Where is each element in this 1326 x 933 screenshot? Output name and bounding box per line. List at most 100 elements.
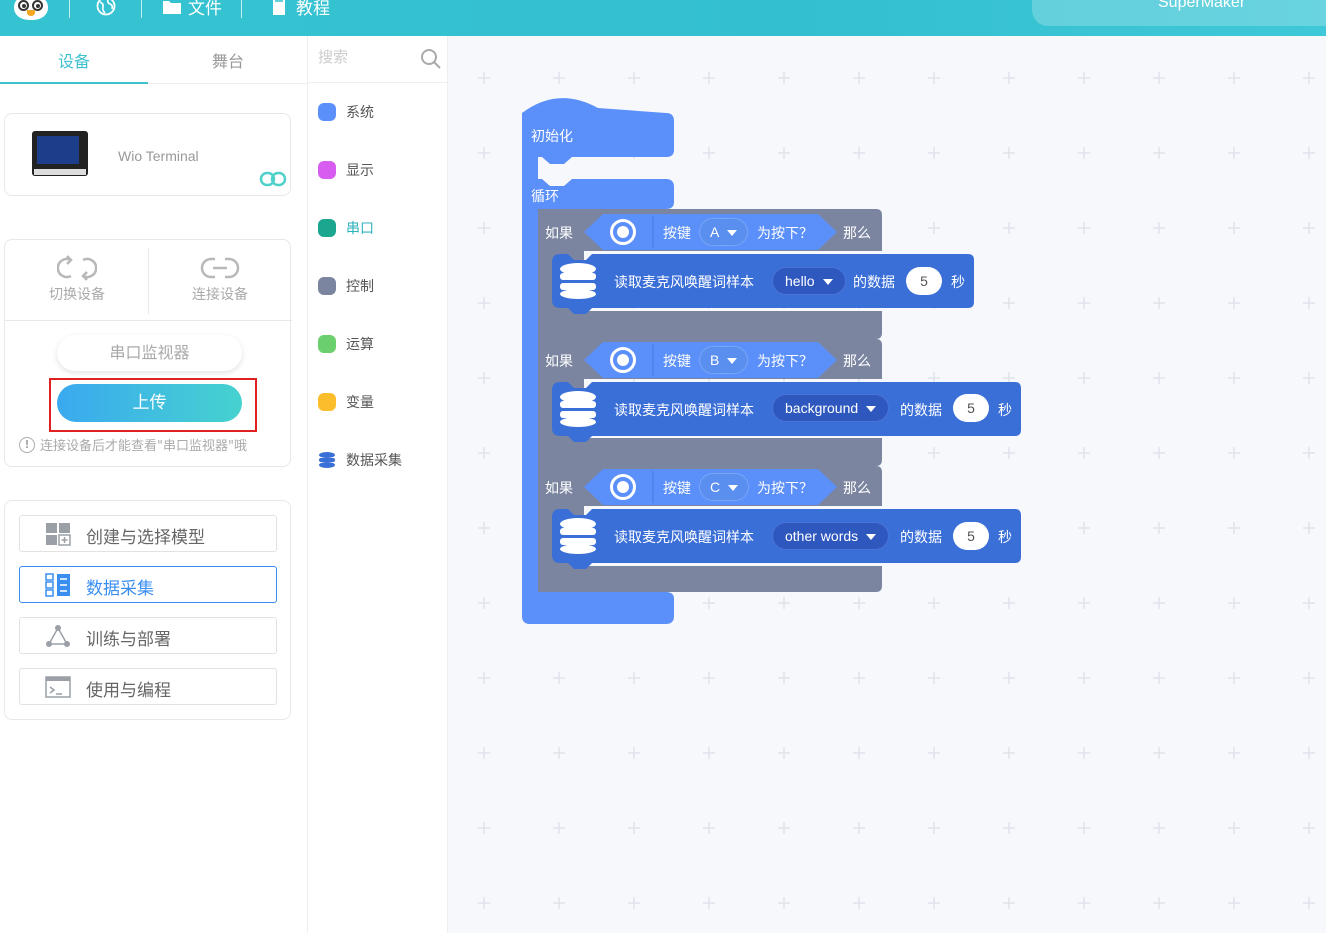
category-color-icon xyxy=(318,335,336,353)
topbar-divider xyxy=(69,0,70,18)
menu-file-label: 文件 xyxy=(188,0,222,19)
read-mic-label: 读取麦克风唤醒词样本 xyxy=(614,275,754,291)
top-bar: 文件 教程 SuperMaker xyxy=(0,0,1326,36)
upload-button[interactable]: 上传 xyxy=(57,384,242,422)
data-of-label: 的数据 xyxy=(900,403,942,419)
category-label: 运算 xyxy=(346,337,374,353)
if-label: 如果 xyxy=(545,226,573,242)
warning-icon: ! xyxy=(19,436,35,453)
sample-dropdown-c[interactable]: other words xyxy=(772,522,890,550)
duration-input-a[interactable]: 5 xyxy=(906,267,942,295)
sample-dropdown-b[interactable]: background xyxy=(772,394,890,422)
category-label: 变量 xyxy=(346,395,374,411)
category-label: 系统 xyxy=(346,105,374,121)
button-dropdown-c[interactable]: C xyxy=(699,473,750,501)
loop-label: 循环 xyxy=(531,189,559,205)
menu-tutorial[interactable]: 教程 xyxy=(270,0,330,19)
connect-warning: ! 连接设备后才能查看"串口监视器"哦 xyxy=(19,435,247,454)
menu-use-program[interactable]: 使用与编程 xyxy=(19,668,277,705)
tab-stage[interactable]: 舞台 xyxy=(154,48,302,72)
seconds-label: 秒 xyxy=(951,275,965,291)
connect-icon xyxy=(200,257,240,279)
brand-name: SuperMaker xyxy=(1158,0,1246,11)
connect-device-button[interactable]: 连接设备 xyxy=(150,254,290,314)
if-label: 如果 xyxy=(545,481,573,497)
init-label: 初始化 xyxy=(531,129,573,145)
control-divider xyxy=(148,248,149,314)
serial-monitor-button[interactable]: 串口监视器 xyxy=(57,335,242,371)
key-label: 按键 xyxy=(663,354,691,370)
key-label: 按键 xyxy=(663,226,691,242)
topbar-divider xyxy=(141,0,142,18)
active-tab-indicator xyxy=(0,82,148,84)
duration-input-b[interactable]: 5 xyxy=(953,394,989,422)
menu-data-collection[interactable]: 数据采集 xyxy=(19,566,277,603)
if-label: 如果 xyxy=(545,354,573,370)
search-icon[interactable] xyxy=(420,48,442,70)
sample-dropdown-a[interactable]: hello xyxy=(772,267,846,295)
category-item[interactable]: 变量 xyxy=(318,392,374,412)
device-image xyxy=(32,131,88,176)
category-label: 数据采集 xyxy=(346,453,402,469)
block-category-column: 搜索 系统显示串口控制运算变量数据采集 xyxy=(308,36,448,933)
device-card[interactable]: Wio Terminal xyxy=(4,113,291,196)
pressed-label: 为按下？ xyxy=(757,481,813,497)
data-of-label: 的数据 xyxy=(900,530,942,546)
category-color-icon xyxy=(318,393,336,411)
button-radio-icon xyxy=(610,347,636,373)
menu-train-deploy[interactable]: 训练与部署 xyxy=(19,617,277,654)
button-dropdown-a[interactable]: A xyxy=(699,218,749,246)
database-icon xyxy=(319,452,335,468)
globe-icon[interactable] xyxy=(96,0,116,16)
then-label: 那么 xyxy=(843,226,871,242)
category-item[interactable]: 数据采集 xyxy=(318,450,402,470)
pressed-label: 为按下？ xyxy=(757,226,813,242)
network-icon xyxy=(46,625,70,647)
control-divider xyxy=(5,320,292,321)
menu-create-model[interactable]: 创建与选择模型 xyxy=(19,515,277,552)
category-label: 显示 xyxy=(346,163,374,179)
button-radio-icon xyxy=(610,474,636,500)
switch-device-label: 切换设备 xyxy=(49,287,105,303)
category-item[interactable]: 运算 xyxy=(318,334,374,354)
button-dropdown-b[interactable]: B xyxy=(699,346,749,374)
model-grid-icon xyxy=(46,523,71,546)
book-icon xyxy=(273,0,285,15)
category-item[interactable]: 串口 xyxy=(318,218,374,238)
seconds-label: 秒 xyxy=(998,403,1012,419)
category-color-icon xyxy=(318,219,336,237)
menu-file[interactable]: 文件 xyxy=(162,0,222,19)
menu-label: 使用与编程 xyxy=(86,681,171,701)
menu-label: 数据采集 xyxy=(86,579,154,599)
device-name: Wio Terminal xyxy=(118,148,199,164)
menu-label: 训练与部署 xyxy=(86,630,171,650)
then-label: 那么 xyxy=(843,481,871,497)
switch-icon xyxy=(57,255,97,281)
data-collection-icon xyxy=(45,573,70,597)
topbar-divider xyxy=(241,0,242,18)
category-item[interactable]: 显示 xyxy=(318,160,374,180)
switch-device-button[interactable]: 切换设备 xyxy=(7,254,147,314)
pressed-label: 为按下？ xyxy=(757,354,813,370)
tab-device[interactable]: 设备 xyxy=(0,48,148,72)
key-label: 按键 xyxy=(663,481,691,497)
duration-input-c[interactable]: 5 xyxy=(953,522,989,550)
terminal-icon xyxy=(45,676,71,698)
app-logo[interactable] xyxy=(14,0,48,20)
menu-tutorial-label: 教程 xyxy=(296,0,330,19)
search-input[interactable]: 搜索 xyxy=(318,46,348,67)
category-divider xyxy=(308,82,448,83)
button-radio-icon xyxy=(610,219,636,245)
link-icon[interactable] xyxy=(259,170,287,188)
workflow-menu: 创建与选择模型 数据采集 训练与部署 使用与编程 xyxy=(4,500,291,720)
database-icon xyxy=(560,391,596,427)
connect-device-label: 连接设备 xyxy=(192,287,248,303)
category-item[interactable]: 控制 xyxy=(318,276,374,296)
category-label: 串口 xyxy=(346,221,374,237)
block-workspace[interactable]: 初始化 循环 如果 按键 A 为按下？ 那么 读取麦克风唤醒词样本 hello … xyxy=(448,36,1326,933)
menu-label: 创建与选择模型 xyxy=(86,528,205,548)
category-item[interactable]: 系统 xyxy=(318,102,374,122)
database-icon xyxy=(560,518,596,554)
category-label: 控制 xyxy=(346,279,374,295)
category-color-icon xyxy=(318,161,336,179)
